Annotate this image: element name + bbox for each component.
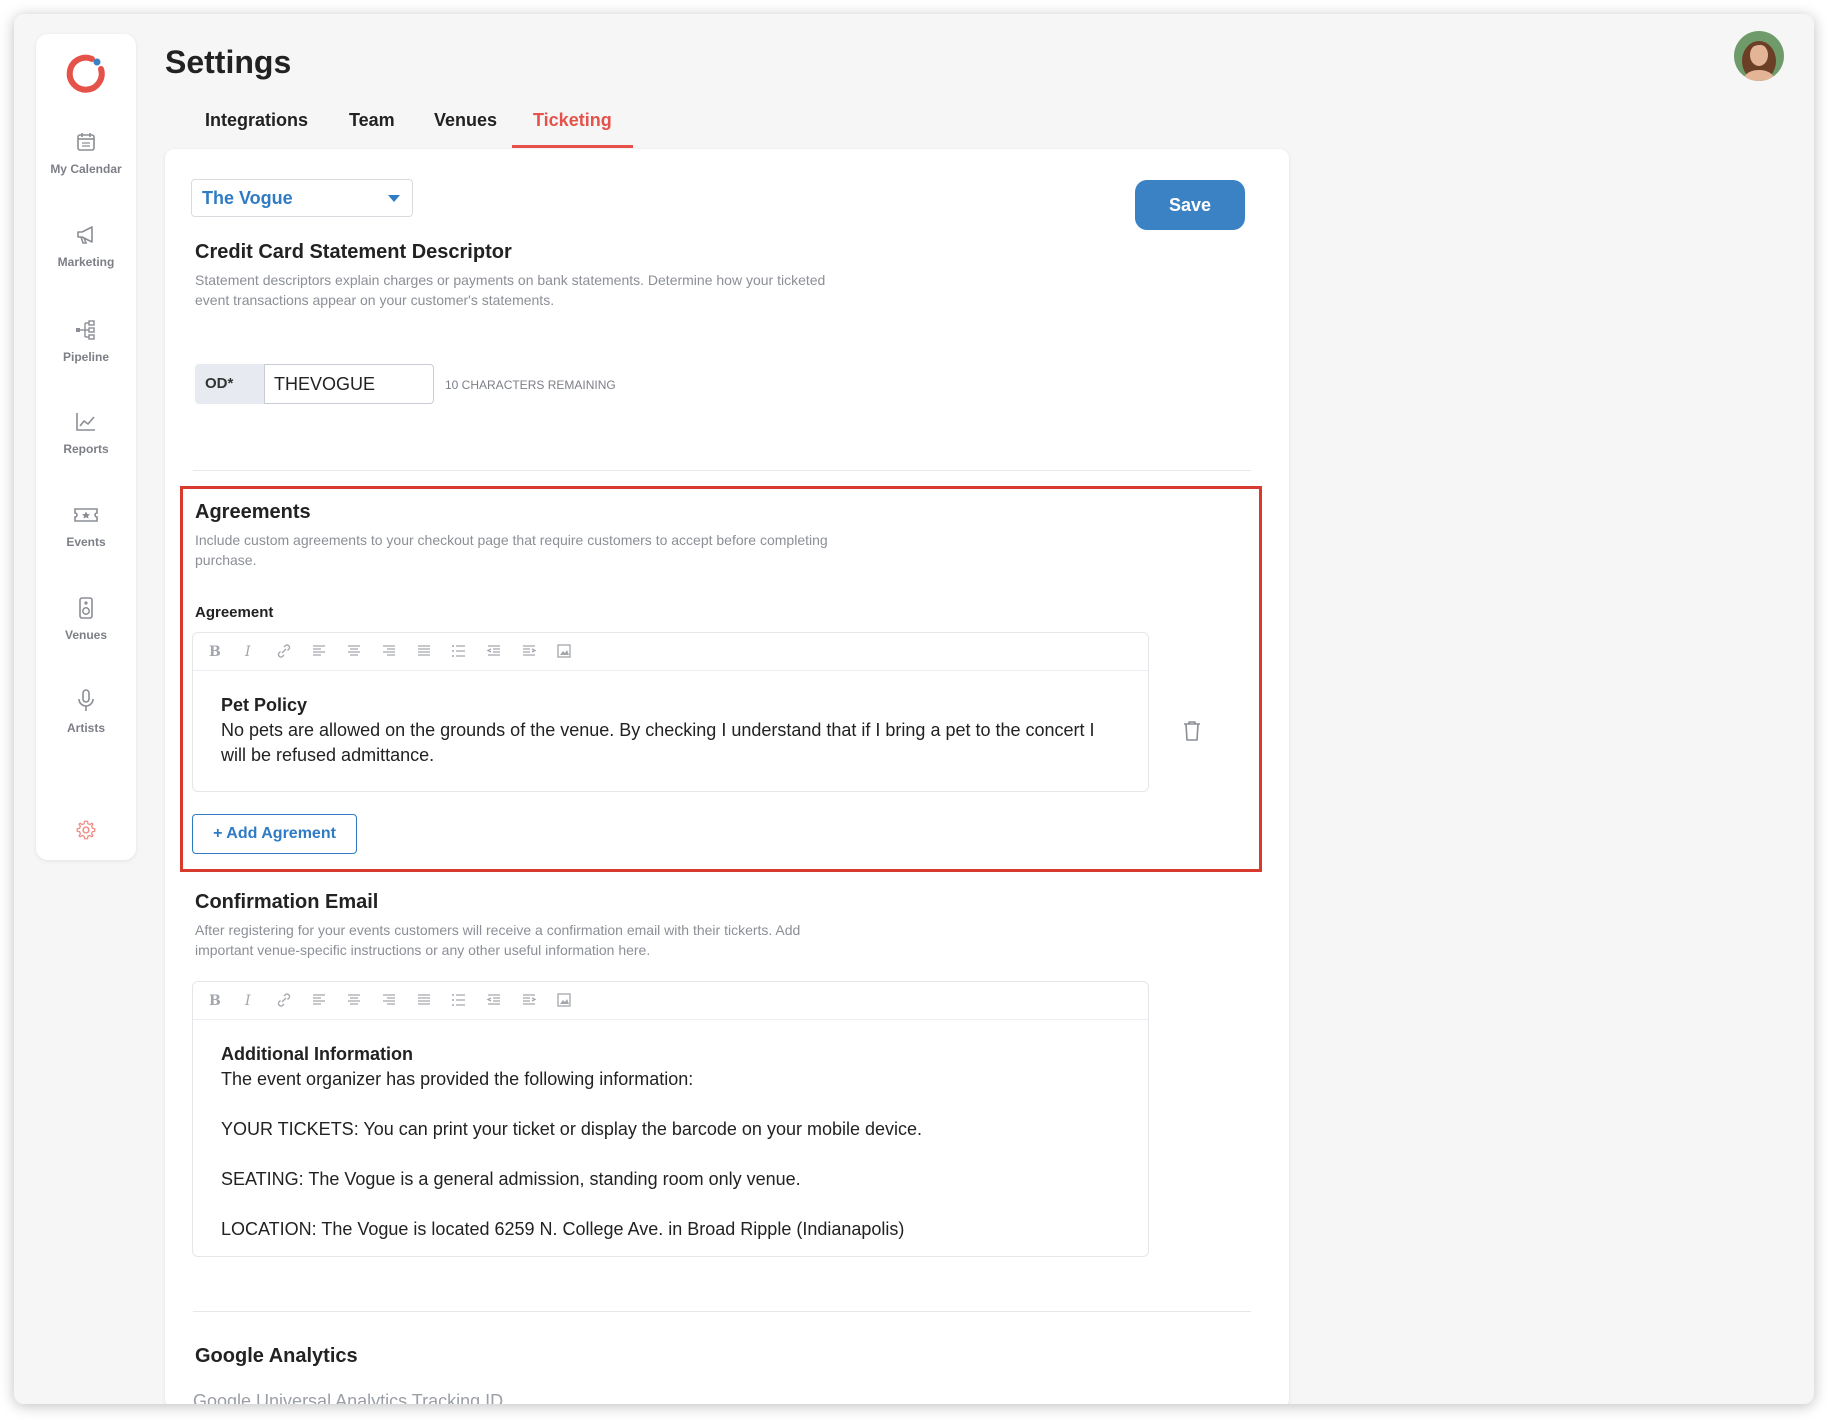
agreement-field-label: Agreement xyxy=(195,604,274,621)
chevron-down-icon xyxy=(388,195,400,202)
bullet-list-icon[interactable] xyxy=(450,642,468,660)
align-justify-icon[interactable] xyxy=(415,991,433,1009)
link-icon[interactable] xyxy=(275,991,293,1009)
align-left-icon[interactable] xyxy=(310,991,328,1009)
svg-text:B: B xyxy=(209,993,221,1009)
megaphone-icon xyxy=(77,226,93,244)
confirmation-editor-content[interactable]: Additional Information The event organiz… xyxy=(193,1020,1148,1242)
italic-icon[interactable]: I xyxy=(240,642,258,660)
indent-icon[interactable] xyxy=(520,642,538,660)
calendar-icon xyxy=(77,133,95,151)
align-center-icon[interactable] xyxy=(345,991,363,1009)
agreement-editor-content[interactable]: Pet Policy No pets are allowed on the gr… xyxy=(193,671,1148,768)
descriptor-input[interactable] xyxy=(264,364,434,404)
venue-select[interactable]: The Vogue xyxy=(191,179,413,217)
editor-toolbar: B I xyxy=(193,982,1148,1020)
confirmation-title: Confirmation Email xyxy=(195,891,379,913)
sidebar-item-events[interactable]: Events xyxy=(36,502,136,551)
user-avatar-image xyxy=(1734,31,1784,81)
sidebar-item-label: Marketing xyxy=(57,255,115,269)
page-title: Settings xyxy=(165,44,292,80)
svg-text:B: B xyxy=(209,644,221,660)
microphone-icon xyxy=(78,689,94,711)
sidebar-item-my-calendar[interactable]: My Calendar xyxy=(36,129,136,178)
image-icon[interactable] xyxy=(555,642,573,660)
align-center-icon[interactable] xyxy=(345,642,363,660)
descriptor-description: Statement descriptors explain charges or… xyxy=(195,272,826,308)
agreement-heading: Pet Policy xyxy=(221,695,308,715)
sidebar-item-label: Pipeline xyxy=(62,350,109,364)
descriptor-prefix: OD* xyxy=(195,364,266,404)
bold-icon[interactable]: B xyxy=(205,991,223,1009)
sidebar-item-label: Events xyxy=(66,535,106,549)
section-divider xyxy=(193,470,1251,471)
sidebar-item-venues[interactable]: Venues xyxy=(36,595,136,644)
characters-remaining: 10 CHARACTERS REMAINING xyxy=(445,378,616,392)
editor-toolbar: B I xyxy=(193,633,1148,671)
confirmation-line: SEATING: The Vogue is a general admissio… xyxy=(221,1169,801,1189)
add-agreement-label: Add Agrement xyxy=(226,825,336,842)
active-tab-indicator xyxy=(512,145,633,148)
sidebar-item-label: Venues xyxy=(64,628,108,642)
svg-text:I: I xyxy=(244,993,251,1009)
sidebar-item-pipeline[interactable]: Pipeline xyxy=(36,317,136,366)
trash-icon[interactable] xyxy=(1181,719,1203,743)
section-divider xyxy=(193,1311,1251,1312)
app-logo[interactable] xyxy=(64,51,108,95)
confirmation-line: The event organizer has provided the fol… xyxy=(221,1069,694,1089)
sidebar-item-reports[interactable]: Reports xyxy=(36,409,136,458)
analytics-title: Google Analytics xyxy=(195,1345,358,1367)
italic-icon[interactable]: I xyxy=(240,991,258,1009)
bullet-list-icon[interactable] xyxy=(450,991,468,1009)
image-icon[interactable] xyxy=(555,991,573,1009)
bold-icon[interactable]: B xyxy=(205,642,223,660)
align-right-icon[interactable] xyxy=(380,642,398,660)
save-button[interactable]: Save xyxy=(1135,180,1245,230)
sidebar-item-label: Artists xyxy=(66,721,105,735)
ticketing-settings-panel: The Vogue Save Credit Card Statement Des… xyxy=(165,149,1289,1404)
outdent-icon[interactable] xyxy=(485,642,503,660)
align-justify-icon[interactable] xyxy=(415,642,433,660)
confirmation-line: YOUR TICKETS: You can print your ticket … xyxy=(221,1119,923,1139)
ticket-icon xyxy=(74,508,98,522)
link-icon[interactable] xyxy=(275,642,293,660)
plus-icon: + xyxy=(213,825,227,842)
outdent-icon[interactable] xyxy=(485,991,503,1009)
speaker-icon xyxy=(79,597,93,619)
add-agreement-button[interactable]: + Add Agrement xyxy=(192,814,357,854)
agreements-description: Include custom agreements to your checko… xyxy=(195,532,828,568)
tab-ticketing[interactable]: Ticketing xyxy=(533,110,612,131)
confirmation-line: LOCATION: The Vogue is located 6259 N. C… xyxy=(221,1219,905,1239)
sidebar-item-label: Reports xyxy=(63,442,109,456)
confirmation-description: After registering for your events custom… xyxy=(195,922,801,958)
align-left-icon[interactable] xyxy=(310,642,328,660)
sidebar-item-artists[interactable]: Artists xyxy=(36,688,136,737)
analytics-field-label: Google Universal Analytics Tracking ID xyxy=(193,1391,504,1404)
descriptor-title: Credit Card Statement Descriptor xyxy=(195,241,512,263)
chart-icon xyxy=(76,413,95,431)
align-right-icon[interactable] xyxy=(380,991,398,1009)
venue-select-value: The Vogue xyxy=(202,188,293,208)
sidebar: My Calendar Marketing Pipeline Reports E… xyxy=(36,34,136,860)
tab-integrations[interactable]: Integrations xyxy=(205,110,308,131)
sidebar-item-marketing[interactable]: Marketing xyxy=(36,222,136,271)
tab-venues[interactable]: Venues xyxy=(434,110,497,131)
avatar[interactable] xyxy=(1734,31,1784,81)
tab-team[interactable]: Team xyxy=(349,110,395,131)
agreements-title: Agreements xyxy=(195,501,311,523)
svg-text:I: I xyxy=(244,644,251,660)
gear-icon[interactable] xyxy=(75,819,97,841)
pipeline-icon xyxy=(76,320,95,340)
agreement-text: No pets are allowed on the grounds of th… xyxy=(221,720,1095,765)
confirmation-editor[interactable]: B I Additional Information The event org… xyxy=(192,981,1149,1257)
indent-icon[interactable] xyxy=(520,991,538,1009)
sidebar-item-label: My Calendar xyxy=(50,162,122,176)
confirmation-heading: Additional Information xyxy=(221,1044,413,1064)
app-window: My Calendar Marketing Pipeline Reports E… xyxy=(14,14,1814,1404)
agreement-editor[interactable]: B I Pet Policy No pets are allowed on th… xyxy=(192,632,1149,792)
